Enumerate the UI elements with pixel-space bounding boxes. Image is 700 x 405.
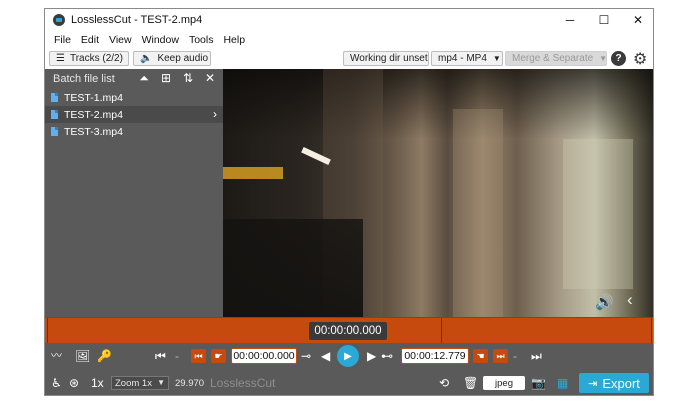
- menu-bar: File Edit View Window Tools Help: [45, 31, 653, 49]
- file-name: TEST-1.mp4: [64, 91, 123, 104]
- menu-view[interactable]: View: [104, 34, 137, 46]
- tracks-label: Tracks (2/2): [69, 53, 123, 64]
- close-icon[interactable]: ✕: [203, 71, 217, 86]
- top-toolbar: ☰ Tracks (2/2) 🔈 Keep audio Working dir …: [45, 49, 653, 69]
- jump-cut-start-button[interactable]: ⏮: [191, 349, 206, 363]
- accessibility-icon[interactable]: ♿: [51, 375, 62, 391]
- play-button[interactable]: ▶: [337, 345, 359, 367]
- video-lights: [223, 167, 283, 179]
- volume-icon[interactable]: 🔊: [595, 293, 614, 311]
- sidebar-header: Batch file list ⏶ ⊞ ⇅ ✕: [45, 69, 223, 89]
- maximize-button[interactable]: ☐: [587, 9, 621, 31]
- export-icon: ⇥: [588, 377, 598, 390]
- timeline-start-marker: [47, 318, 48, 344]
- sidebar-title: Batch file list: [53, 73, 115, 85]
- chevron-left-icon[interactable]: ‹: [627, 290, 633, 310]
- chevron-down-icon: ▼: [492, 54, 501, 63]
- zoom-label: Zoom 1x: [115, 377, 152, 389]
- file-name: TEST-3.mp4: [64, 125, 123, 138]
- video-motion-blur: [453, 109, 503, 317]
- merge-select[interactable]: Merge & Separate ▼: [505, 51, 607, 66]
- merge-files-icon[interactable]: ⊞: [159, 71, 173, 86]
- zoom-select[interactable]: Zoom 1x ▼: [111, 376, 169, 390]
- capture-format-select[interactable]: jpeg: [483, 376, 525, 390]
- menu-window[interactable]: Window: [137, 34, 184, 46]
- format-select[interactable]: mp4 - MP4 ▼: [431, 51, 503, 66]
- chevron-down-icon: ▼: [599, 54, 608, 63]
- camera-icon[interactable]: 📷: [531, 375, 546, 391]
- speaker-icon: 🔈: [140, 53, 153, 64]
- calendar-icon[interactable]: ▦: [557, 375, 568, 391]
- fps-display[interactable]: 29.970: [175, 378, 204, 389]
- current-time-display: 00:00:00.000: [309, 322, 387, 340]
- batch-file-sidebar: Batch file list ⏶ ⊞ ⇅ ✕ TEST-1.mp4 TEST-…: [45, 69, 223, 317]
- window-title: LosslessCut - TEST-2.mp4: [71, 14, 203, 26]
- export-button[interactable]: ⇥ Export: [579, 373, 649, 393]
- chevron-down-icon: ▼: [157, 378, 165, 387]
- keep-audio-label: Keep audio: [157, 53, 209, 64]
- help-button[interactable]: ?: [611, 51, 626, 66]
- file-name: TEST-2.mp4: [64, 108, 123, 121]
- sort-icon[interactable]: ⏶: [137, 71, 151, 86]
- next-frame-icon[interactable]: ▶: [367, 348, 376, 364]
- menu-tools[interactable]: Tools: [184, 34, 219, 46]
- gear-icon[interactable]: ⚙: [633, 49, 647, 69]
- jump-to-end-icon[interactable]: ⏭: [531, 348, 542, 364]
- key-icon[interactable]: 🔑: [97, 348, 112, 364]
- playback-controls: 〰 🖼 🔑 ⏮ - ⏮ ☛ 00:00:00.000 ⊸ ◀ ▶ ▶ ⊷ 00:…: [45, 343, 653, 369]
- window-controls: ─ ☐ ✕: [553, 9, 653, 31]
- menu-help[interactable]: Help: [218, 34, 250, 46]
- video-frame-shade: [223, 69, 653, 139]
- thumbnails-icon[interactable]: 🖼: [75, 348, 90, 364]
- video-motion-blur: [563, 139, 633, 289]
- keyframe-left-icon[interactable]: ⊸: [301, 348, 311, 364]
- close-button[interactable]: ✕: [621, 9, 653, 31]
- bottom-bar: ♿ ⊛ 1x Zoom 1x ▼ 29.970 LosslessCut ⟲ 🗑 …: [45, 369, 653, 395]
- set-cut-start-button[interactable]: ☛: [211, 349, 226, 363]
- playback-speed[interactable]: 1x: [91, 375, 104, 391]
- title-bar: LosslessCut - TEST-2.mp4 ─ ☐ ✕: [45, 9, 653, 31]
- separator-dash: -: [175, 349, 179, 363]
- app-logo-icon: [53, 14, 65, 26]
- menu-edit[interactable]: Edit: [76, 34, 104, 46]
- previous-frame-icon[interactable]: ◀: [321, 348, 330, 364]
- video-frame-shade: [223, 219, 363, 317]
- set-cut-end-button[interactable]: ☚: [473, 349, 488, 363]
- trash-icon[interactable]: 🗑: [463, 375, 478, 391]
- separator-dash: -: [513, 349, 517, 363]
- file-list-item[interactable]: TEST-1.mp4: [45, 89, 223, 106]
- jump-to-start-icon[interactable]: ⏮: [155, 348, 166, 364]
- cut-end-time-input[interactable]: 00:00:12.779: [401, 348, 469, 364]
- waveform-icon[interactable]: 〰: [51, 348, 62, 364]
- app-name-label: LosslessCut: [210, 376, 276, 390]
- menu-file[interactable]: File: [49, 34, 76, 46]
- segment-icon[interactable]: ⊛: [69, 375, 79, 391]
- merge-label: Merge & Separate: [512, 53, 594, 64]
- working-dir-button[interactable]: Working dir unset: [343, 51, 429, 66]
- export-label: Export: [602, 375, 640, 391]
- file-icon: [51, 93, 58, 102]
- timeline-tick: [441, 318, 442, 344]
- cut-start-time-input[interactable]: 00:00:00.000: [231, 348, 297, 364]
- rotate-icon[interactable]: ⟲: [439, 375, 449, 391]
- keep-audio-button[interactable]: 🔈 Keep audio: [133, 51, 211, 66]
- sort-alpha-icon[interactable]: ⇅: [181, 71, 195, 86]
- format-label: mp4 - MP4: [438, 53, 487, 64]
- app-window: LosslessCut - TEST-2.mp4 ─ ☐ ✕ File Edit…: [44, 8, 654, 396]
- file-list-item[interactable]: TEST-3.mp4: [45, 123, 223, 140]
- file-icon: [51, 110, 58, 119]
- working-dir-label: Working dir unset: [350, 53, 428, 64]
- video-player[interactable]: 🔊 ‹: [223, 69, 653, 317]
- list-icon: ☰: [56, 53, 65, 64]
- keyframe-right-icon[interactable]: ⊷: [381, 348, 393, 364]
- jump-cut-end-button[interactable]: ⏭: [493, 349, 508, 363]
- timeline-end-marker: [651, 318, 652, 344]
- sidebar-tools: ⏶ ⊞ ⇅ ✕: [137, 71, 217, 86]
- file-list-item[interactable]: TEST-2.mp4 ›: [45, 106, 223, 123]
- tracks-button[interactable]: ☰ Tracks (2/2): [49, 51, 129, 66]
- file-icon: [51, 127, 58, 136]
- timeline[interactable]: 00:00:00.000: [45, 317, 653, 344]
- minimize-button[interactable]: ─: [553, 9, 587, 31]
- chevron-right-icon: ›: [213, 107, 217, 121]
